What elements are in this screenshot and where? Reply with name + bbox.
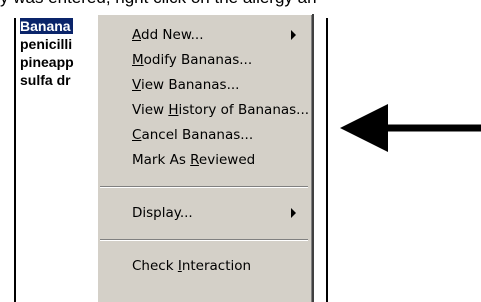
menu-item-label: Check Interaction	[132, 258, 252, 274]
submenu-arrow-icon	[291, 208, 296, 218]
menu-item-display[interactable]: Display...	[98, 202, 312, 224]
menu-separator	[100, 239, 308, 241]
menu-item-modify[interactable]: Modify Bananas...	[98, 49, 312, 71]
menu-item-mark-as-reviewed[interactable]: Mark As Reviewed	[98, 149, 312, 171]
menu-item-label: Add New...	[132, 27, 204, 43]
menu-item-view[interactable]: View Bananas...	[98, 74, 312, 96]
allergy-item-pineapple[interactable]: pineapp	[20, 54, 74, 70]
menu-item-add-new[interactable]: Add New...	[98, 24, 312, 46]
menu-separator	[100, 186, 308, 188]
menu-item-label: View Bananas...	[132, 77, 240, 93]
allergy-item-penicillin[interactable]: penicilli	[20, 36, 72, 52]
menu-item-view-history[interactable]: View History of Bananas...	[98, 99, 312, 121]
menu-item-cancel[interactable]: Cancel Bananas...	[98, 124, 312, 146]
submenu-arrow-icon	[291, 30, 296, 40]
menu-item-check-interaction[interactable]: Check Interaction	[98, 255, 312, 277]
allergy-item-sulfa-drugs[interactable]: sulfa dr	[20, 72, 71, 88]
menu-item-label: Mark As Reviewed	[132, 152, 256, 168]
menu-item-label: Display...	[132, 205, 193, 221]
allergy-item-bananas[interactable]: Banana	[19, 18, 74, 35]
allergy-context-menu: Add New... Modify Bananas... View Banana…	[97, 14, 312, 302]
menu-item-label: Cancel Bananas...	[132, 127, 254, 143]
instruction-caption: y was entered, right click on the allerg…	[0, 0, 481, 8]
menu-item-label: Modify Bananas...	[132, 52, 253, 68]
menu-item-label: View History of Bananas...	[132, 102, 310, 118]
arrow-left-icon	[340, 104, 481, 152]
